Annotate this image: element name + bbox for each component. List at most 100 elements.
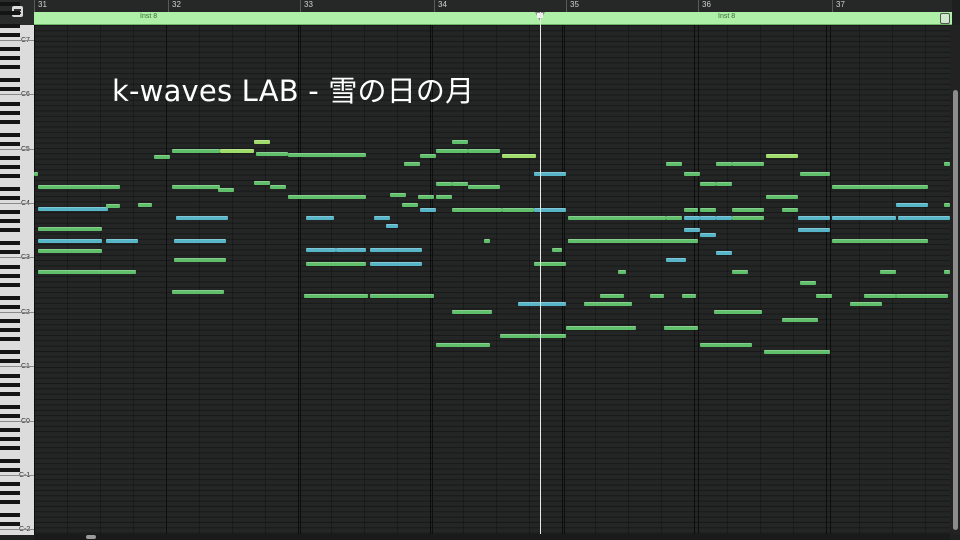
black-key[interactable] xyxy=(0,327,20,332)
black-key[interactable] xyxy=(0,359,20,364)
midi-note[interactable] xyxy=(880,270,896,274)
midi-note[interactable] xyxy=(896,203,928,207)
midi-note[interactable] xyxy=(714,310,762,314)
black-key[interactable] xyxy=(0,499,20,504)
horizontal-scrollbar[interactable] xyxy=(34,534,950,540)
midi-note[interactable] xyxy=(716,251,732,255)
midi-note[interactable] xyxy=(732,162,764,166)
midi-note[interactable] xyxy=(764,350,830,354)
midi-note[interactable] xyxy=(220,149,254,153)
black-key[interactable] xyxy=(0,405,20,410)
midi-note[interactable] xyxy=(766,154,798,158)
midi-note[interactable] xyxy=(864,294,896,298)
black-key[interactable] xyxy=(0,187,20,192)
midi-note[interactable] xyxy=(534,208,566,212)
midi-note[interactable] xyxy=(402,203,418,207)
midi-note[interactable] xyxy=(664,326,698,330)
midi-note[interactable] xyxy=(436,195,452,199)
black-key[interactable] xyxy=(0,414,20,419)
black-key[interactable] xyxy=(0,250,20,255)
midi-note[interactable] xyxy=(700,233,716,237)
midi-note[interactable] xyxy=(684,172,700,176)
black-key[interactable] xyxy=(0,55,20,60)
midi-note[interactable] xyxy=(38,249,102,253)
black-key[interactable] xyxy=(0,391,20,396)
midi-note[interactable] xyxy=(174,258,226,262)
midi-note[interactable] xyxy=(304,294,368,298)
midi-note[interactable] xyxy=(370,262,422,266)
midi-note[interactable] xyxy=(716,162,732,166)
midi-note[interactable] xyxy=(254,140,270,144)
midi-note[interactable] xyxy=(566,326,636,330)
black-key[interactable] xyxy=(0,350,20,355)
midi-note[interactable] xyxy=(732,208,764,212)
black-key[interactable] xyxy=(0,513,20,518)
midi-note[interactable] xyxy=(370,248,422,252)
midi-note[interactable] xyxy=(336,248,366,252)
midi-note[interactable] xyxy=(782,318,818,322)
midi-note[interactable] xyxy=(306,262,366,266)
midi-note[interactable] xyxy=(452,208,502,212)
midi-note[interactable] xyxy=(38,239,102,243)
horizontal-scroll-thumb[interactable] xyxy=(86,535,96,539)
midi-note[interactable] xyxy=(684,228,700,232)
black-key[interactable] xyxy=(0,305,20,310)
black-key[interactable] xyxy=(0,459,20,464)
midi-note[interactable] xyxy=(106,239,138,243)
black-key[interactable] xyxy=(0,133,20,138)
black-key[interactable] xyxy=(0,522,20,527)
black-key[interactable] xyxy=(0,436,20,441)
black-key[interactable] xyxy=(0,282,20,287)
midi-note[interactable] xyxy=(600,294,622,298)
black-key[interactable] xyxy=(0,445,20,450)
midi-note[interactable] xyxy=(832,239,928,243)
vertical-scroll-thumb[interactable] xyxy=(953,90,958,530)
midi-note[interactable] xyxy=(700,343,752,347)
black-key[interactable] xyxy=(0,273,20,278)
black-key[interactable] xyxy=(0,24,20,29)
midi-note[interactable] xyxy=(468,149,500,153)
midi-note[interactable] xyxy=(568,216,666,220)
midi-note[interactable] xyxy=(218,188,234,192)
midi-note[interactable] xyxy=(390,193,406,197)
midi-note[interactable] xyxy=(650,294,664,298)
midi-note[interactable] xyxy=(518,302,566,306)
midi-note[interactable] xyxy=(38,185,120,189)
midi-note[interactable] xyxy=(896,294,948,298)
midi-note[interactable] xyxy=(288,153,366,157)
midi-note[interactable] xyxy=(270,185,286,189)
black-key[interactable] xyxy=(0,142,20,147)
midi-note[interactable] xyxy=(452,182,468,186)
midi-note[interactable] xyxy=(306,216,334,220)
midi-note[interactable] xyxy=(832,185,928,189)
midi-note[interactable] xyxy=(502,154,536,158)
midi-note[interactable] xyxy=(798,216,830,220)
midi-note[interactable] xyxy=(452,140,468,144)
midi-note[interactable] xyxy=(732,270,748,274)
midi-note[interactable] xyxy=(700,208,716,212)
midi-note[interactable] xyxy=(38,270,136,274)
midi-note[interactable] xyxy=(700,216,716,220)
midi-note[interactable] xyxy=(832,216,896,220)
midi-note[interactable] xyxy=(38,227,102,231)
midi-note[interactable] xyxy=(534,172,566,176)
black-key[interactable] xyxy=(0,227,20,232)
midi-note[interactable] xyxy=(172,290,224,294)
midi-note[interactable] xyxy=(436,343,490,347)
midi-note[interactable] xyxy=(468,185,500,189)
midi-note[interactable] xyxy=(374,216,390,220)
midi-note[interactable] xyxy=(484,239,490,243)
black-key[interactable] xyxy=(0,427,20,432)
midi-note[interactable] xyxy=(666,162,682,166)
midi-note[interactable] xyxy=(682,294,696,298)
black-key[interactable] xyxy=(0,46,20,51)
black-key[interactable] xyxy=(0,318,20,323)
black-key[interactable] xyxy=(0,33,20,38)
midi-note[interactable] xyxy=(850,302,882,306)
midi-note[interactable] xyxy=(666,258,686,262)
midi-note[interactable] xyxy=(172,149,220,153)
midi-note[interactable] xyxy=(452,310,492,314)
midi-note[interactable] xyxy=(420,154,436,158)
midi-note[interactable] xyxy=(782,208,798,212)
black-key[interactable] xyxy=(0,87,20,92)
